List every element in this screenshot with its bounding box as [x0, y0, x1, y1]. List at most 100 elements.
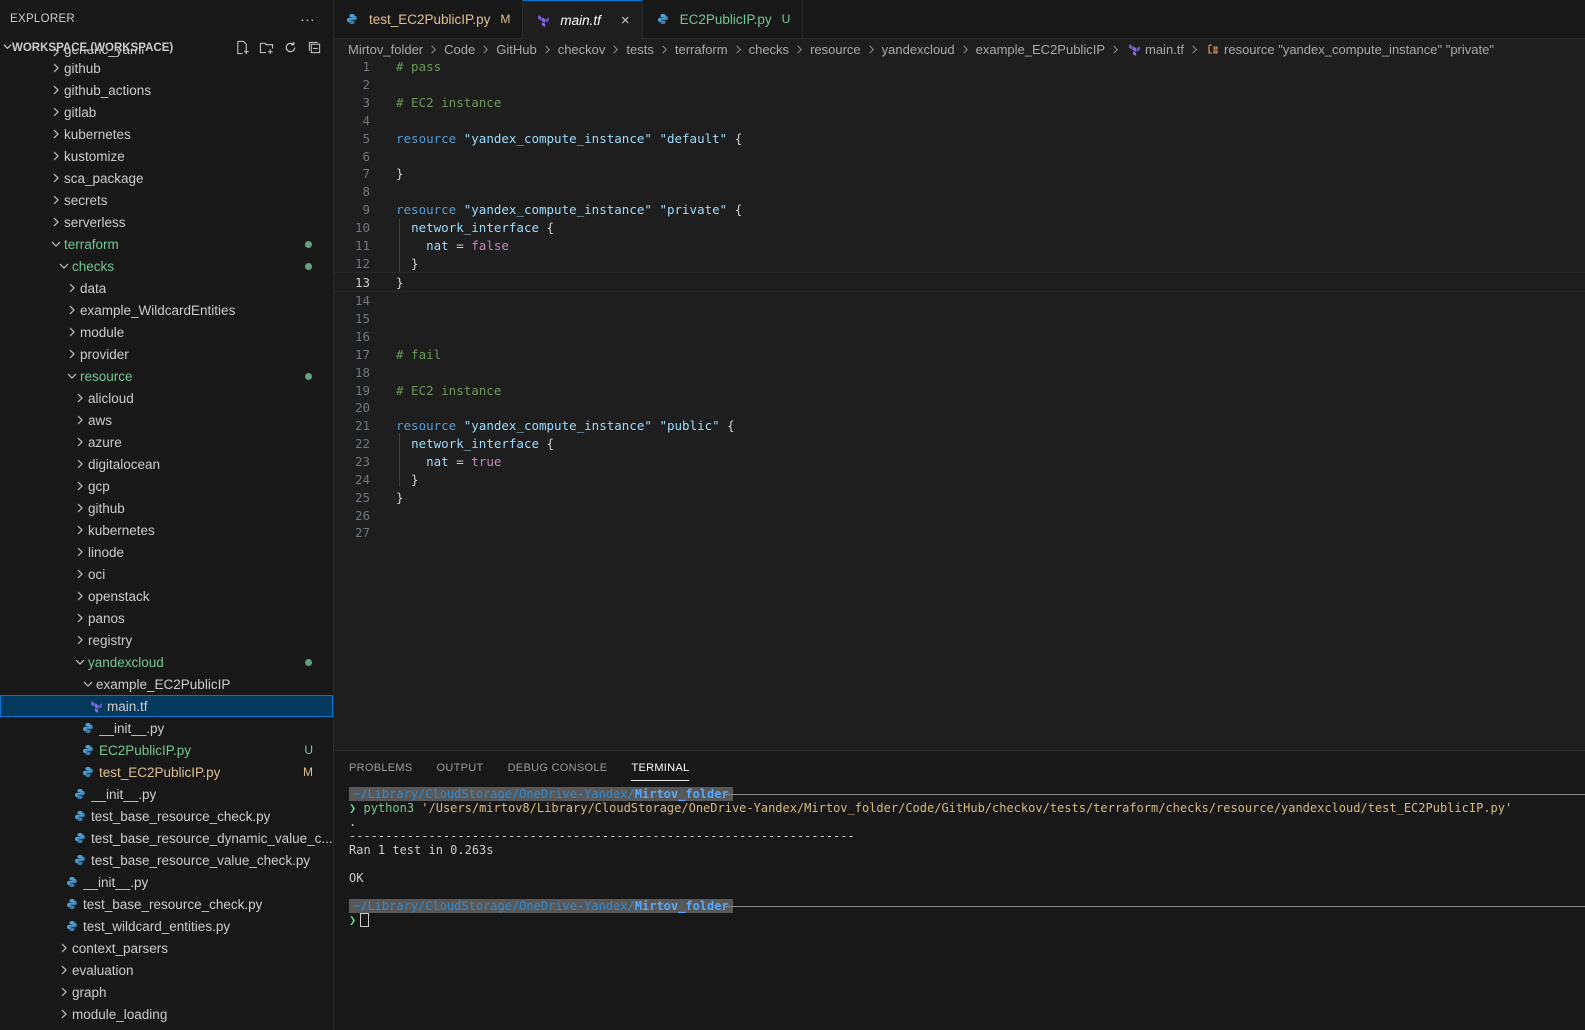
tree-item-panos[interactable]: panos: [0, 607, 333, 629]
explorer-header: EXPLORER ···: [0, 0, 333, 38]
tree-item-test-base-resource-check-py[interactable]: test_base_resource_check.py: [0, 805, 333, 827]
tab-main-tf[interactable]: main.tf ×: [523, 0, 643, 39]
git-status-dot: [305, 658, 312, 666]
python-file-icon: [72, 854, 88, 866]
tree-item-openstack[interactable]: openstack: [0, 585, 333, 607]
line-number: 13: [354, 274, 370, 290]
breadcrumb-item[interactable]: resource "yandex_compute_instance" "priv…: [1224, 42, 1494, 57]
git-status-dot: [305, 372, 312, 380]
tree-item-kubernetes[interactable]: kubernetes: [0, 519, 333, 541]
terminal[interactable]: ~/Library/CloudStorage/OneDrive-Yandex/M…: [349, 787, 1585, 927]
line-number: 11: [354, 237, 370, 253]
tree-item-github[interactable]: github: [0, 497, 333, 519]
tree-item-context-parsers[interactable]: context_parsers: [0, 937, 333, 959]
tree-item-digitalocean[interactable]: digitalocean: [0, 453, 333, 475]
code-line: 11 nat = false: [334, 236, 1585, 254]
tree-item-main-tf[interactable]: main.tf: [0, 695, 333, 717]
chevron-right-icon: [64, 349, 80, 359]
breadcrumb-item[interactable]: resource: [810, 42, 861, 57]
code-line: 8: [334, 183, 1585, 201]
chevron-right-icon: [56, 965, 72, 975]
chevron-right-icon: [72, 393, 88, 403]
tree-item-graph[interactable]: graph: [0, 981, 333, 1003]
more-actions-icon[interactable]: ···: [300, 11, 323, 27]
tree-item-label: azure: [88, 434, 122, 450]
tree-item-github-actions[interactable]: github_actions: [0, 79, 333, 101]
tree-item-provider[interactable]: provider: [0, 343, 333, 365]
code-line: 6: [334, 147, 1585, 165]
tree-item-gcp[interactable]: gcp: [0, 475, 333, 497]
tree-item-example-ec2publicip[interactable]: example_EC2PublicIP: [0, 673, 333, 695]
breadcrumb-item[interactable]: tests: [626, 42, 653, 57]
breadcrumb-separator-icon: [611, 42, 620, 57]
terraform-file-icon: [1126, 43, 1142, 56]
tree-item-label: data: [80, 280, 107, 296]
tree-item-data[interactable]: data: [0, 277, 333, 299]
tree-item-aws[interactable]: aws: [0, 409, 333, 431]
tree-item-module-loading[interactable]: module_loading: [0, 1003, 333, 1025]
tree-item-sca-package[interactable]: sca_package: [0, 167, 333, 189]
panel-tab-problems[interactable]: PROBLEMS: [349, 756, 413, 780]
tree-item-example-wildcardentities[interactable]: example_WildcardEntities: [0, 299, 333, 321]
tree-item-init-py[interactable]: __init__.py: [0, 783, 333, 805]
terminal-input-line[interactable]: ❯: [349, 913, 1585, 927]
tree-item-github[interactable]: github: [0, 57, 333, 79]
code-text: resource "yandex_compute_instance" "priv…: [396, 202, 743, 218]
tree-item-test-base-resource-check-py[interactable]: test_base_resource_check.py: [0, 893, 333, 915]
breadcrumb-item[interactable]: yandexcloud: [882, 42, 955, 57]
tab-test-ec2publicip-py[interactable]: test_EC2PublicIP.py M: [334, 0, 524, 38]
tree-item-init-py[interactable]: __init__.py: [0, 871, 333, 893]
tree-item-terraform[interactable]: terraform: [0, 233, 333, 255]
breadcrumb-item[interactable]: Mirtov_folder: [348, 42, 423, 57]
tree-item-kubernetes[interactable]: kubernetes: [0, 123, 333, 145]
tree-item-yandexcloud[interactable]: yandexcloud: [0, 651, 333, 673]
panel-tab-terminal[interactable]: TERMINAL: [631, 756, 690, 781]
breadcrumb-separator-icon: [543, 42, 552, 57]
tree-item-registry[interactable]: registry: [0, 629, 333, 651]
chevron-right-icon: [72, 613, 88, 623]
tree-item-azure[interactable]: azure: [0, 431, 333, 453]
code-text: nat = false: [426, 237, 509, 253]
breadcrumb-item[interactable]: checks: [749, 42, 789, 57]
tree-item-test-base-resource-value-check-py[interactable]: test_base_resource_value_check.py: [0, 849, 333, 871]
chevron-right-icon: [64, 305, 80, 315]
tree-item-label: registry: [88, 632, 133, 648]
tree-item-alicloud[interactable]: alicloud: [0, 387, 333, 409]
breadcrumb-item[interactable]: terraform: [675, 42, 728, 57]
tree-item-ec2publicip-py[interactable]: EC2PublicIP.py U: [0, 739, 333, 761]
python-file-icon: [72, 810, 88, 822]
tree-item-oci[interactable]: oci: [0, 563, 333, 585]
tree-item-test-base-resource-dynamic-value-c[interactable]: test_base_resource_dynamic_value_c...: [0, 827, 333, 849]
tree-item-init-py[interactable]: __init__.py: [0, 717, 333, 739]
tree-item-resource[interactable]: resource: [0, 365, 333, 387]
tree-item-test-wildcard-entities-py[interactable]: test_wildcard_entities.py: [0, 915, 333, 937]
code-editor[interactable]: 1 # pass 2 3 # EC2 instance 4 5 resource "yande…: [334, 58, 1585, 748]
tree-item-linode[interactable]: linode: [0, 541, 333, 563]
tree-item-gitlab[interactable]: gitlab: [0, 101, 333, 123]
line-number: 19: [354, 382, 370, 398]
tab-git-badge: M: [500, 12, 511, 26]
tree-item-serverless[interactable]: serverless: [0, 211, 333, 233]
panel-tab-output[interactable]: OUTPUT: [437, 756, 484, 780]
chevron-right-icon: [72, 415, 88, 425]
panel-tab-debug-console[interactable]: DEBUG CONSOLE: [508, 756, 608, 780]
tree-item-kustomize[interactable]: kustomize: [0, 145, 333, 167]
tree-item-label: github: [64, 60, 101, 76]
tree-item-module[interactable]: module: [0, 321, 333, 343]
tree-item-generic-yaml[interactable]: generic_yaml: [0, 49, 333, 57]
code-text: network_interface {: [411, 436, 555, 452]
tree-item-checks[interactable]: checks: [0, 255, 333, 277]
tree-item-test-ec2publicip-py[interactable]: test_EC2PublicIP.py M: [0, 761, 333, 783]
line-number: 23: [354, 453, 370, 469]
breadcrumb-item[interactable]: GitHub: [496, 42, 536, 57]
breadcrumb-item[interactable]: Code: [444, 42, 475, 57]
close-icon[interactable]: ×: [621, 12, 630, 29]
breadcrumb-item[interactable]: main.tf: [1145, 42, 1184, 57]
tree-item-evaluation[interactable]: evaluation: [0, 959, 333, 981]
breadcrumb-separator-icon: [1190, 42, 1199, 57]
tab-ec2publicip-py[interactable]: EC2PublicIP.py U: [643, 0, 804, 38]
chevron-right-icon: [48, 63, 64, 73]
breadcrumb-item[interactable]: example_EC2PublicIP: [976, 42, 1105, 57]
tree-item-secrets[interactable]: secrets: [0, 189, 333, 211]
breadcrumb-item[interactable]: checkov: [558, 42, 606, 57]
